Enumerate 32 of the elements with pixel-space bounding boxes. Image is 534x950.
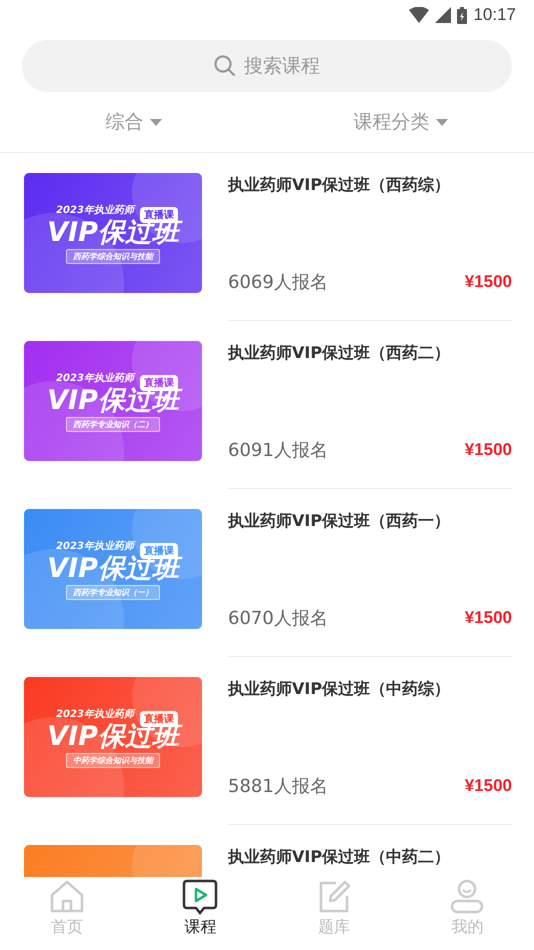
enrollment-count: 6070人报名 bbox=[228, 607, 328, 630]
banner-subtitle: 中药学综合知识与技能 bbox=[66, 752, 160, 768]
banner-year-text: 2023年执业药师 bbox=[56, 204, 134, 216]
banner-year-text: 2023年执业药师 bbox=[56, 540, 134, 552]
battery-icon bbox=[457, 6, 468, 24]
search-icon bbox=[214, 55, 236, 77]
user-icon bbox=[449, 879, 486, 915]
signal-icon bbox=[435, 7, 452, 23]
banner-subtitle: 西药学专业知识（一） bbox=[66, 584, 160, 600]
banner-subtitle: 西药学综合知识与技能 bbox=[66, 248, 160, 264]
caret-icon bbox=[436, 118, 448, 126]
course-price: ¥1500 bbox=[464, 272, 512, 292]
course-title[interactable]: 执业药师VIP保过班（西药二） bbox=[228, 343, 512, 364]
course-title[interactable]: 执业药师VIP保过班（中药综） bbox=[228, 679, 512, 700]
nav-tab[interactable]: 课程 bbox=[134, 877, 267, 947]
enrollment-count: 6091人报名 bbox=[228, 439, 328, 462]
home-icon bbox=[48, 879, 85, 915]
enrollment-count: 5881人报名 bbox=[228, 775, 328, 798]
course-title[interactable]: 执业药师VIP保过班（中药二） bbox=[228, 847, 512, 868]
caret-icon bbox=[150, 118, 162, 126]
course-title[interactable]: 执业药师VIP保过班（西药一） bbox=[228, 511, 512, 532]
enrollment-count: 6069人报名 bbox=[228, 271, 328, 294]
course-price: ¥1500 bbox=[464, 776, 512, 796]
course-title[interactable]: 执业药师VIP保过班（西药综） bbox=[228, 175, 512, 196]
banner-year-text: 2023年执业药师 bbox=[56, 708, 134, 720]
wifi-icon bbox=[409, 7, 430, 23]
play-icon bbox=[182, 879, 218, 915]
status-time: 10:17 bbox=[473, 5, 516, 25]
course-price: ¥1500 bbox=[464, 440, 512, 460]
banner-year-text: 2023年执业药师 bbox=[56, 372, 134, 384]
banner-subtitle: 西药学专业知识（二） bbox=[66, 416, 160, 432]
course-price: ¥1500 bbox=[464, 608, 512, 628]
